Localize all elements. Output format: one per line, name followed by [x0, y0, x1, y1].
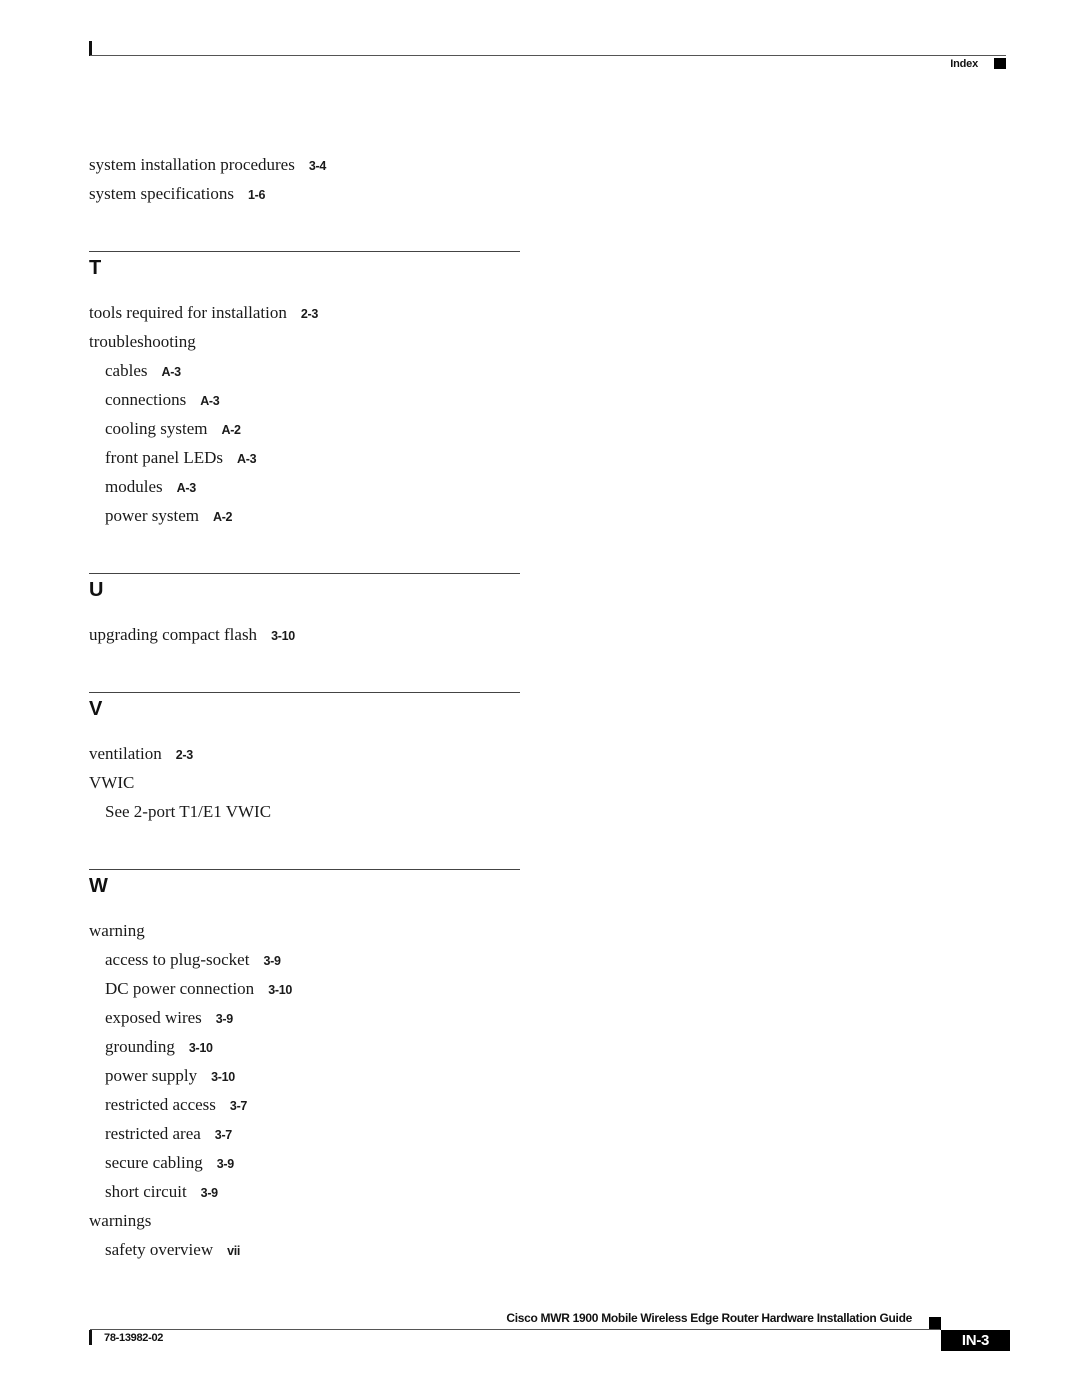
index-term: cables: [105, 361, 148, 380]
index-subentry: secure cabling 3-9: [105, 1153, 234, 1174]
index-page-link[interactable]: A-2: [221, 423, 241, 437]
section-letter-u: U: [89, 579, 104, 601]
index-term: modules: [105, 477, 163, 496]
index-entry: warning: [89, 921, 145, 941]
index-entry: ventilation 2-3: [89, 744, 193, 765]
index-term: VWIC: [89, 773, 135, 792]
index-term: short circuit: [105, 1182, 187, 1201]
index-entry: system specifications 1-6: [89, 184, 265, 205]
index-see-reference[interactable]: See 2-port T1/E1 VWIC: [105, 802, 271, 821]
index-page-link[interactable]: 2-3: [301, 307, 318, 321]
header-rule: [90, 55, 1006, 56]
index-page-link[interactable]: 3-9: [216, 1012, 233, 1026]
index-entry: system installation procedures 3-4: [89, 155, 326, 176]
index-term: restricted area: [105, 1124, 201, 1143]
section-letter-t: T: [89, 257, 102, 279]
index-term: access to plug-socket: [105, 950, 250, 969]
footer-rule: [90, 1329, 940, 1330]
index-term: upgrading compact flash: [89, 625, 258, 644]
header-margin-mark: [89, 41, 92, 56]
index-subentry: connections A-3: [105, 390, 220, 411]
section-rule-u: [89, 573, 520, 574]
index-page-link[interactable]: 3-10: [268, 983, 292, 997]
footer-page-number: IN-3: [941, 1330, 1010, 1351]
index-subentry: exposed wires 3-9: [105, 1008, 233, 1029]
index-term: system installation procedures: [89, 155, 295, 174]
index-term: warnings: [89, 1211, 152, 1230]
index-term: troubleshooting: [89, 332, 196, 351]
index-page-link[interactable]: 1-6: [248, 188, 265, 202]
index-page-link[interactable]: 3-9: [263, 954, 280, 968]
index-term: secure cabling: [105, 1153, 203, 1172]
index-subentry: power system A-2: [105, 506, 233, 527]
index-entry: VWIC: [89, 773, 134, 793]
index-subentry: front panel LEDs A-3: [105, 448, 257, 469]
header-square-marker: [994, 58, 1006, 69]
index-page-link[interactable]: 2-3: [176, 748, 193, 762]
index-term: power system: [105, 506, 199, 525]
index-term: power supply: [105, 1066, 198, 1085]
index-term: exposed wires: [105, 1008, 202, 1027]
index-subentry: cooling system A-2: [105, 419, 241, 440]
index-page-link[interactable]: 3-10: [271, 629, 295, 643]
index-page-link[interactable]: A-3: [161, 365, 181, 379]
index-term: grounding: [105, 1037, 175, 1056]
footer-guide-title: Cisco MWR 1900 Mobile Wireless Edge Rout…: [506, 1311, 912, 1325]
index-cross-reference: See 2-port T1/E1 VWIC: [105, 802, 271, 822]
index-subentry: safety overview vii: [105, 1240, 240, 1261]
index-page-link[interactable]: 3-9: [201, 1186, 218, 1200]
index-subentry: power supply 3-10: [105, 1066, 235, 1087]
index-term: system specifications: [89, 184, 234, 203]
index-entry: troubleshooting: [89, 332, 196, 352]
index-page-link[interactable]: 3-7: [230, 1099, 247, 1113]
index-term: connections: [105, 390, 187, 409]
index-entry: tools required for installation 2-3: [89, 303, 318, 324]
index-page-link[interactable]: 3-4: [309, 159, 326, 173]
index-page-link[interactable]: 3-10: [211, 1070, 235, 1084]
index-term: tools required for installation: [89, 303, 287, 322]
index-subentry: cables A-3: [105, 361, 181, 382]
index-entry: upgrading compact flash 3-10: [89, 625, 295, 646]
index-term: safety overview: [105, 1240, 214, 1259]
section-letter-w: W: [89, 875, 108, 897]
index-term: cooling system: [105, 419, 208, 438]
index-page-link[interactable]: 3-10: [189, 1041, 213, 1055]
section-rule-w: [89, 869, 520, 870]
footer-doc-number: 78-13982-02: [104, 1332, 164, 1344]
index-term: ventilation: [89, 744, 162, 763]
index-subentry: restricted access 3-7: [105, 1095, 247, 1116]
index-page-link[interactable]: A-3: [237, 452, 257, 466]
index-subentry: DC power connection 3-10: [105, 979, 292, 1000]
footer-margin-mark: [89, 1330, 92, 1345]
index-subentry: short circuit 3-9: [105, 1182, 218, 1203]
index-term: DC power connection: [105, 979, 255, 998]
index-page-link[interactable]: vii: [227, 1244, 240, 1258]
index-subentry: access to plug-socket 3-9: [105, 950, 281, 971]
section-rule-v: [89, 692, 520, 693]
index-subentry: modules A-3: [105, 477, 196, 498]
index-page-link[interactable]: A-3: [177, 481, 197, 495]
index-term: restricted access: [105, 1095, 216, 1114]
header-section-label: Index: [950, 58, 978, 70]
index-page-link[interactable]: 3-9: [217, 1157, 234, 1171]
section-letter-v: V: [89, 698, 103, 720]
index-page-link[interactable]: A-3: [200, 394, 220, 408]
index-term: front panel LEDs: [105, 448, 224, 467]
index-page-link[interactable]: A-2: [213, 510, 233, 524]
index-page-link[interactable]: 3-7: [215, 1128, 232, 1142]
section-rule-t: [89, 251, 520, 252]
index-subentry: grounding 3-10: [105, 1037, 213, 1058]
index-subentry: restricted area 3-7: [105, 1124, 232, 1145]
index-term: warning: [89, 921, 145, 940]
index-entry: warnings: [89, 1211, 151, 1231]
